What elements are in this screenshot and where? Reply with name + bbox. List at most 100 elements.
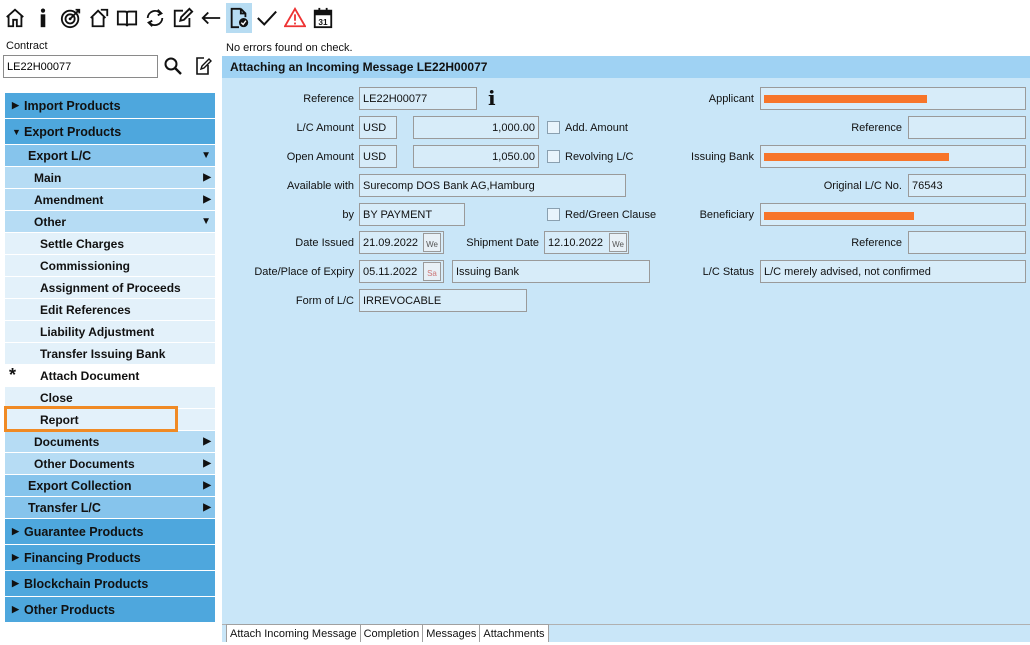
beneficiary-reference-label: Reference xyxy=(851,237,902,249)
target-icon[interactable] xyxy=(58,3,84,33)
redaction-mark xyxy=(764,153,949,161)
info-icon[interactable]: i xyxy=(488,86,496,110)
caret-right-icon: ▶ xyxy=(12,552,19,562)
open-amount-field[interactable]: 1,050.00 xyxy=(413,145,539,168)
applicant-reference-label: Reference xyxy=(851,122,902,134)
nav-blockchain-products[interactable]: ▶ Blockchain Products xyxy=(5,571,215,597)
open-amount-label: Open Amount xyxy=(286,151,354,163)
tab-attachments[interactable]: Attachments xyxy=(479,624,549,643)
applicant-reference-field[interactable] xyxy=(908,116,1026,139)
nav-liability-adjustment[interactable]: Liability Adjustment xyxy=(5,321,215,343)
document-check-icon[interactable] xyxy=(226,3,252,33)
warning-icon[interactable] xyxy=(282,3,308,33)
nav-guarantee-products[interactable]: ▶ Guarantee Products xyxy=(5,519,215,545)
revolving-lc-checkbox[interactable] xyxy=(547,150,560,163)
beneficiary-reference-field[interactable] xyxy=(908,231,1026,254)
contract-label: Contract xyxy=(6,40,48,52)
caret-right-icon: ▶ xyxy=(203,458,211,469)
page-title: Attaching an Incoming Message LE22H00077 xyxy=(222,56,1030,78)
document-edit-icon[interactable] xyxy=(193,56,213,76)
by-field[interactable]: BY PAYMENT xyxy=(359,203,465,226)
expiry-label: Date/Place of Expiry xyxy=(254,266,354,278)
back-arrow-icon[interactable] xyxy=(198,3,224,33)
calendar-icon[interactable]: 31 xyxy=(310,3,336,33)
refresh-icon[interactable] xyxy=(142,3,168,33)
contract-input[interactable] xyxy=(3,55,158,78)
red-green-clause-checkbox[interactable] xyxy=(547,208,560,221)
status-message: No errors found on check. xyxy=(222,36,1030,56)
nav-transfer-lc[interactable]: Transfer L/C ▶ xyxy=(5,497,215,519)
caret-right-icon: ▶ xyxy=(203,436,211,447)
original-lc-field[interactable]: 76543 xyxy=(908,174,1026,197)
house-arrow-icon[interactable] xyxy=(86,3,112,33)
date-picker-icon[interactable]: Sa xyxy=(423,262,441,281)
svg-text:31: 31 xyxy=(318,18,328,27)
add-amount-checkbox[interactable] xyxy=(547,121,560,134)
nav-other-products[interactable]: ▶ Other Products xyxy=(5,597,215,623)
selection-highlight xyxy=(4,406,178,432)
caret-right-icon: ▶ xyxy=(203,172,211,183)
caret-down-icon: ▼ xyxy=(201,150,211,161)
selected-marker: * xyxy=(9,365,17,385)
nav-documents[interactable]: Documents ▶ xyxy=(5,431,215,453)
tab-attach-incoming-message[interactable]: Attach Incoming Message xyxy=(226,624,361,643)
nav-edit-references[interactable]: Edit References xyxy=(5,299,215,321)
nav-export-collection[interactable]: Export Collection ▶ xyxy=(5,475,215,497)
caret-right-icon: ▶ xyxy=(12,100,19,110)
home-icon[interactable] xyxy=(2,3,28,33)
expiry-place-field[interactable]: Issuing Bank xyxy=(452,260,650,283)
caret-right-icon: ▶ xyxy=(203,194,211,205)
edit-icon[interactable] xyxy=(170,3,196,33)
caret-right-icon: ▶ xyxy=(203,480,211,491)
nav-other[interactable]: Other ▼ xyxy=(5,211,215,233)
caret-down-icon: ▼ xyxy=(12,126,21,137)
nav-export-products[interactable]: ▼ Export Products xyxy=(5,119,215,145)
nav-main[interactable]: Main ▶ xyxy=(5,167,215,189)
nav-import-products[interactable]: ▶ Import Products xyxy=(5,93,215,119)
issuing-bank-label: Issuing Bank xyxy=(691,151,754,163)
by-label: by xyxy=(342,209,354,221)
lc-amount-field[interactable]: 1,000.00 xyxy=(413,116,539,139)
checkmark-icon[interactable] xyxy=(254,3,280,33)
nav-assignment-of-proceeds[interactable]: Assignment of Proceeds xyxy=(5,277,215,299)
nav-transfer-issuing-bank[interactable]: Transfer Issuing Bank xyxy=(5,343,215,365)
nav-commissioning[interactable]: Commissioning xyxy=(5,255,215,277)
caret-right-icon: ▶ xyxy=(12,526,19,536)
lc-status-field[interactable]: L/C merely advised, not confirmed xyxy=(760,260,1026,283)
nav-settle-charges[interactable]: Settle Charges xyxy=(5,233,215,255)
lc-amount-label: L/C Amount xyxy=(296,122,354,134)
add-amount-label: Add. Amount xyxy=(565,122,628,134)
date-picker-icon[interactable]: We xyxy=(609,233,627,252)
main-panel: No errors found on check. Attaching an I… xyxy=(222,36,1030,645)
lc-amount-currency[interactable]: USD xyxy=(359,116,397,139)
caret-right-icon: ▶ xyxy=(203,502,211,513)
redaction-mark xyxy=(764,95,927,103)
reference-field[interactable]: LE22H00077 xyxy=(359,87,477,110)
form-of-lc-field[interactable]: IRREVOCABLE xyxy=(359,289,527,312)
nav-export-lc[interactable]: Export L/C ▼ xyxy=(5,145,215,167)
tab-messages[interactable]: Messages xyxy=(422,624,481,643)
info-icon[interactable] xyxy=(30,3,56,33)
applicant-label: Applicant xyxy=(708,93,754,105)
tab-strip: Attach Incoming Message Completion Messa… xyxy=(226,624,549,643)
nav-attach-document[interactable]: * Attach Document xyxy=(5,365,215,387)
revolving-lc-label: Revolving L/C xyxy=(565,151,634,163)
available-with-field[interactable]: Surecomp DOS Bank AG,Hamburg xyxy=(359,174,626,197)
available-with-label: Available with xyxy=(286,180,354,192)
book-icon[interactable] xyxy=(114,3,140,33)
shipment-date-label: Shipment Date xyxy=(466,237,539,249)
lc-status-label: L/C Status xyxy=(702,266,754,278)
nav-other-documents[interactable]: Other Documents ▶ xyxy=(5,453,215,475)
tab-completion[interactable]: Completion xyxy=(359,624,424,643)
search-icon[interactable] xyxy=(163,56,183,76)
navigation-tree: ▶ Import Products ▼ Export Products Export… xyxy=(5,93,215,623)
caret-right-icon: ▶ xyxy=(12,604,19,614)
caret-right-icon: ▶ xyxy=(12,578,19,588)
date-picker-icon[interactable]: We xyxy=(423,233,441,252)
reference-label: Reference xyxy=(303,93,354,105)
caret-down-icon: ▼ xyxy=(201,216,211,227)
nav-financing-products[interactable]: ▶ Financing Products xyxy=(5,545,215,571)
left-pane: Contract ▶Import Products ▼Export Produc… xyxy=(0,36,222,645)
open-amount-currency[interactable]: USD xyxy=(359,145,397,168)
nav-amendment[interactable]: Amendment ▶ xyxy=(5,189,215,211)
